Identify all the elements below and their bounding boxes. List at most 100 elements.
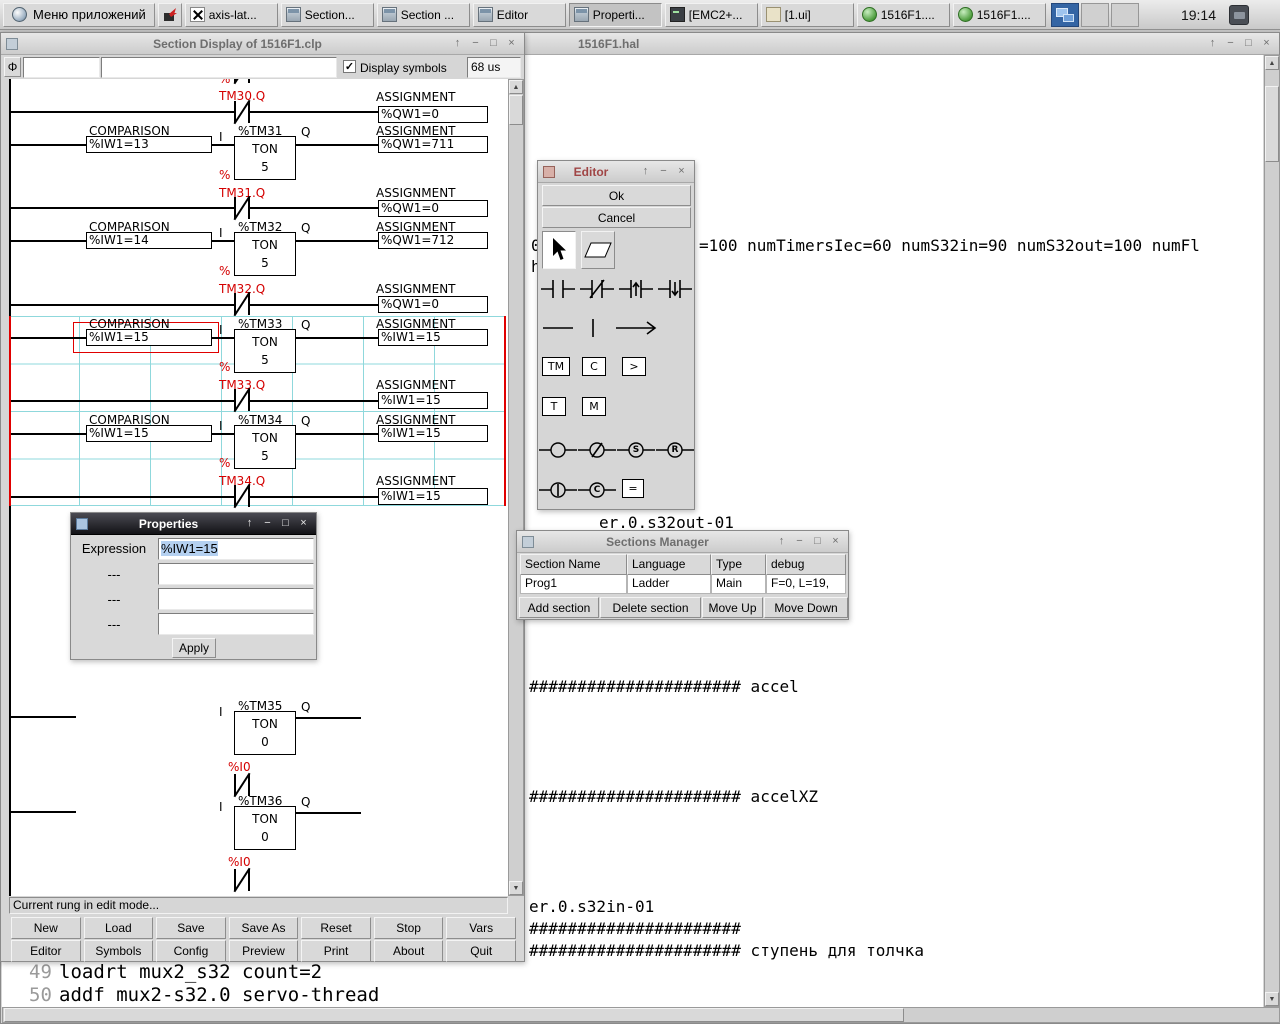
tool-compare-block[interactable]: > xyxy=(622,357,646,376)
taskbar-window-button[interactable]: Section... xyxy=(280,2,374,27)
vertical-scrollbar[interactable]: ▲ ▼ xyxy=(1264,55,1280,1007)
preview-button[interactable]: Preview xyxy=(228,940,299,962)
nc-contact[interactable] xyxy=(233,99,251,125)
properties-titlebar[interactable]: Properties ↑ − □ × xyxy=(71,513,316,535)
timer-block[interactable]: TON 5 xyxy=(234,232,296,276)
nc-contact[interactable] xyxy=(233,291,251,317)
comparison-box[interactable]: %IW1=14 xyxy=(86,232,212,249)
timer-block[interactable]: TON 0 xyxy=(234,806,296,850)
property-input[interactable] xyxy=(158,563,314,585)
symbols-button[interactable]: Symbols xyxy=(83,940,154,962)
nc-contact[interactable] xyxy=(233,79,251,85)
applications-menu-button[interactable]: Меню приложений xyxy=(3,2,155,27)
assignment-box[interactable]: %IW1=15 xyxy=(378,488,488,505)
tool-contact-open[interactable] xyxy=(539,276,577,302)
assignment-box[interactable]: %IW1=15 xyxy=(378,392,488,409)
comparison-box[interactable]: %IW1=15 xyxy=(86,329,212,346)
nc-contact[interactable] xyxy=(233,483,251,509)
clock[interactable]: 19:14 xyxy=(1171,7,1226,23)
taskbar-window-button[interactable]: [EMC2+... xyxy=(664,2,758,27)
tool-timer-iec-block[interactable]: T xyxy=(542,397,566,416)
column-header[interactable]: Language xyxy=(627,554,711,575)
assignment-box[interactable]: %QW1=712 xyxy=(378,232,488,249)
delete-section-button[interactable]: Delete section xyxy=(600,597,701,618)
toolbar-field-small[interactable] xyxy=(23,57,100,78)
tool-pointer[interactable] xyxy=(542,231,576,269)
close-button[interactable]: × xyxy=(1259,36,1274,51)
property-input[interactable] xyxy=(158,588,314,610)
ladder-canvas[interactable]: % TM30.Q ASSIGNMENT %QW1=0 COMPARISON %I… xyxy=(9,79,508,896)
tool-contact-rising-edge[interactable] xyxy=(617,276,655,302)
taskbar-window-button[interactable]: Section ... xyxy=(376,2,470,27)
rung-symbol-button[interactable]: Φ xyxy=(4,57,21,77)
minimize-button[interactable]: − xyxy=(792,534,807,549)
vertical-scrollbar[interactable]: ▲ ▼ xyxy=(508,79,524,896)
assignment-box[interactable]: %QW1=711 xyxy=(378,136,488,153)
editor-button[interactable]: Editor xyxy=(11,940,81,962)
close-button[interactable]: × xyxy=(296,516,311,531)
workspace-switcher[interactable] xyxy=(1050,2,1139,27)
workspace-2[interactable] xyxy=(1080,2,1109,27)
section-display-titlebar[interactable]: Section Display of 1516F1.clp ↑ − □ × xyxy=(1,33,524,55)
comparison-box[interactable]: %IW1=15 xyxy=(86,425,212,442)
taskbar-window-button[interactable]: [1.ui] xyxy=(760,2,854,27)
close-button[interactable]: × xyxy=(504,36,519,51)
comparison-box[interactable]: %IW1=13 xyxy=(86,136,212,153)
tool-monostable-block[interactable]: M xyxy=(582,397,606,416)
assignment-box[interactable]: %QW1=0 xyxy=(378,106,488,123)
sections-table-row[interactable]: Prog1 Ladder Main F=0, L=19, xyxy=(520,575,846,594)
timer-block[interactable]: TON 0 xyxy=(234,711,296,755)
tray-icon[interactable] xyxy=(1229,4,1249,25)
scroll-up-button[interactable]: ▲ xyxy=(1265,56,1279,70)
tool-coil-reset[interactable]: R xyxy=(656,437,694,463)
taskbar-window-button[interactable]: 1516F1.... xyxy=(856,2,950,27)
move-up-button[interactable]: Move Up xyxy=(702,597,763,618)
print-button[interactable]: Print xyxy=(301,940,371,962)
timer-block[interactable]: TON 5 xyxy=(234,329,296,373)
taskbar-window-button[interactable]: 1516F1.... xyxy=(952,2,1046,27)
scroll-up-button[interactable]: ▲ xyxy=(509,80,523,94)
taskbar-window-button[interactable]: Properti... xyxy=(568,2,662,27)
nc-contact[interactable] xyxy=(233,387,251,413)
reset-button[interactable]: Reset xyxy=(301,917,371,939)
quit-button[interactable]: Quit xyxy=(446,940,516,962)
nc-contact[interactable] xyxy=(233,867,251,893)
save-as-button[interactable]: Save As xyxy=(228,917,299,939)
cancel-button[interactable]: Cancel xyxy=(542,207,691,228)
horizontal-scrollbar[interactable] xyxy=(2,1007,1280,1023)
config-button[interactable]: Config xyxy=(156,940,226,962)
tool-timer-block[interactable]: TM xyxy=(542,357,570,376)
tool-eraser[interactable] xyxy=(581,231,615,269)
tool-contact-closed[interactable] xyxy=(578,276,616,302)
load-button[interactable]: Load xyxy=(83,917,154,939)
tool-vertical-line[interactable] xyxy=(582,317,604,339)
save-button[interactable]: Save xyxy=(156,917,226,939)
timer-block[interactable]: TON 5 xyxy=(234,425,296,469)
toolbar-field-large[interactable] xyxy=(101,57,337,78)
workspace-1[interactable] xyxy=(1050,2,1079,27)
shade-button[interactable]: ↑ xyxy=(242,516,257,531)
close-button[interactable]: × xyxy=(674,164,689,179)
add-section-button[interactable]: Add section xyxy=(519,597,599,618)
shade-button[interactable]: ↑ xyxy=(450,36,465,51)
sections-manager-titlebar[interactable]: Sections Manager ↑ − □ × xyxy=(517,531,848,553)
taskbar-window-button[interactable]: axis-lat... xyxy=(184,2,278,27)
scrollbar-thumb[interactable] xyxy=(1265,86,1279,162)
tool-coil-set[interactable]: S xyxy=(617,437,655,463)
tool-coil[interactable] xyxy=(539,437,577,463)
assignment-box[interactable]: %IW1=15 xyxy=(378,329,488,346)
tool-coil-call[interactable]: C xyxy=(578,477,616,503)
tool-operate-block[interactable]: = xyxy=(622,479,644,498)
scrollbar-thumb[interactable] xyxy=(509,95,523,125)
nc-contact[interactable] xyxy=(233,772,251,798)
expression-input[interactable]: %IW1=15 xyxy=(158,538,314,560)
close-button[interactable]: × xyxy=(828,534,843,549)
column-header[interactable]: Type xyxy=(711,554,766,575)
assignment-box[interactable]: %IW1=15 xyxy=(378,425,488,442)
minimize-button[interactable]: − xyxy=(1223,36,1238,51)
launcher-button[interactable] xyxy=(157,2,182,27)
taskbar-window-button[interactable]: Editor xyxy=(472,2,566,27)
minimize-button[interactable]: − xyxy=(656,164,671,179)
tool-horizontal-line[interactable] xyxy=(539,317,577,339)
maximize-button[interactable]: □ xyxy=(278,516,293,531)
